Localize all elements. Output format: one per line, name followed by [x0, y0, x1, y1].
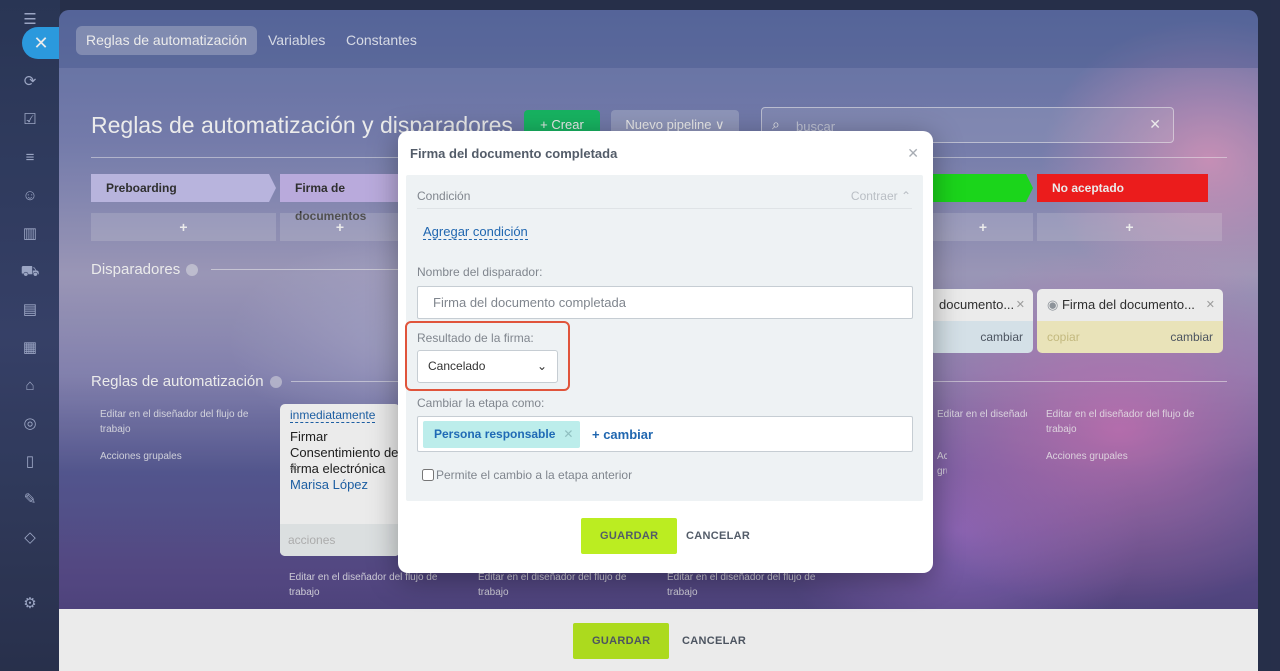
target-icon[interactable]: ◎	[20, 414, 40, 434]
remove-tag-icon[interactable]: ✕	[563, 421, 573, 448]
trigger-name: ◉ Firma del documento... ✕	[1037, 289, 1223, 321]
rules-title-text: Reglas de automatización	[91, 373, 264, 390]
calendar-icon[interactable]: ▦	[20, 338, 40, 358]
add-rule-stage-1[interactable]: +	[91, 213, 276, 241]
dialog-title: Firma del documento completada	[410, 146, 618, 161]
app-rail: ☰ ✕ ⟳ ☑ ≡ ☺ ▥ ⛟ ▤ ▦ ⌂ ◎ ▯ ✎ ◇ ⚙	[0, 0, 60, 671]
tab-automation-rules[interactable]: Reglas de automatización	[76, 26, 258, 55]
trigger-change-link[interactable]: cambiar	[929, 321, 1033, 353]
filter-icon[interactable]: ≡	[20, 148, 40, 168]
tab-variables[interactable]: Variables	[258, 26, 335, 55]
rule-actions[interactable]: acciones	[280, 524, 400, 556]
highlight-frame	[405, 321, 570, 391]
triggers-section-title: Disparadores	[91, 261, 199, 278]
contact-icon[interactable]: ▤	[20, 300, 40, 320]
trigger-name-label: Nombre del disparador:	[417, 265, 543, 279]
rule-assignee[interactable]: Marisa López	[290, 477, 368, 492]
top-tab-bar: Reglas de automatización Variables Const…	[59, 10, 1258, 68]
add-rule-stage-not-accepted[interactable]: +	[1037, 213, 1222, 241]
add-rule-stage-accepted[interactable]: +	[933, 213, 1033, 241]
stage-preboarding[interactable]: Preboarding	[91, 174, 276, 202]
stage-document-signing[interactable]: Firma de documentos	[280, 174, 400, 223]
tasks-icon[interactable]: ☑	[20, 110, 40, 130]
group-actions-link[interactable]: Acciones grupales	[100, 449, 182, 464]
allow-previous-stage-label: Permite el cambio a la etapa anterior	[436, 468, 633, 482]
edit-in-designer-link[interactable]: Editar en el diseñador del flujo de trab…	[289, 570, 459, 600]
close-icon: ✕	[33, 33, 49, 53]
edit-in-designer-link[interactable]: Editar en el diseñador del flujo de trab…	[478, 570, 648, 600]
add-condition-link[interactable]: Agregar condición	[423, 224, 528, 240]
bottom-action-bar: GUARDAR CANCELAR	[59, 609, 1258, 671]
divider	[417, 208, 912, 209]
divider	[211, 269, 401, 270]
collapse-condition-button[interactable]: Contraer ⌃	[851, 189, 911, 203]
condition-label: Condición	[417, 189, 471, 203]
help-icon[interactable]	[269, 376, 282, 389]
settings-icon[interactable]: ⚙	[20, 594, 40, 614]
robot-icon[interactable]: ☺	[20, 186, 40, 206]
building-icon[interactable]: ⌂	[20, 376, 40, 396]
close-icon[interactable]: ✕	[907, 145, 919, 162]
edit-in-designer-link[interactable]: Editar en el diseñador del flujo de trab…	[667, 570, 837, 600]
trigger-name: documento... ✕	[929, 289, 1033, 321]
add-rule-stage-2[interactable]: +	[280, 213, 400, 241]
trigger-card[interactable]: documento... ✕ cambiar	[929, 289, 1033, 353]
rule-card[interactable]: inmediatamente Firmar Consentimiento de …	[280, 404, 400, 556]
allow-previous-stage-row[interactable]: Permite el cambio a la etapa anterior	[422, 468, 632, 482]
refresh-icon[interactable]: ⟳	[20, 72, 40, 92]
trigger-name-text: documento...	[939, 297, 1015, 312]
clear-search-icon[interactable]: ✕	[1149, 116, 1161, 133]
rules-section-title: Reglas de automatización	[91, 373, 282, 390]
dialog-cancel-button[interactable]: CANCELAR	[686, 518, 750, 554]
trigger-name-text: Firma del documento...	[1061, 297, 1195, 312]
save-button[interactable]: GUARDAR	[573, 623, 670, 659]
help-icon[interactable]	[186, 264, 199, 277]
change-stage-label: Cambiar la etapa como:	[417, 396, 545, 410]
rule-name: Firmar Consentimiento de firma electróni…	[290, 429, 399, 476]
close-slider-button[interactable]: ✕	[22, 27, 60, 59]
stage-not-accepted[interactable]: No aceptado	[1037, 174, 1208, 202]
group-actions-link[interactable]: Acciones grupales	[937, 449, 947, 479]
delete-trigger-icon[interactable]: ✕	[1016, 289, 1025, 321]
allow-previous-stage-checkbox[interactable]	[422, 469, 434, 481]
box-icon[interactable]: ◇	[20, 528, 40, 548]
stage-accepted[interactable]	[933, 174, 1033, 202]
trigger-change-link[interactable]: cambiar	[1170, 321, 1213, 353]
trigger-card[interactable]: ◉ Firma del documento... ✕ copiar cambiar	[1037, 289, 1223, 353]
rule-timing[interactable]: inmediatamente	[290, 408, 376, 423]
trigger-settings-dialog: Firma del documento completada ✕ Condici…	[398, 131, 933, 573]
trigger-actions: copiar cambiar	[1037, 321, 1223, 353]
chart-icon[interactable]: ▥	[20, 224, 40, 244]
divider	[933, 381, 1227, 382]
trigger-copy-link[interactable]: copiar	[1047, 330, 1080, 344]
edit-in-designer-link[interactable]: Editar en el diseñador del flujo de trab…	[1046, 407, 1226, 437]
rule-to-label: a:	[290, 462, 298, 472]
dialog-save-button[interactable]: GUARDAR	[581, 518, 678, 554]
tab-constants[interactable]: Constantes	[336, 26, 427, 55]
delete-trigger-icon[interactable]: ✕	[1206, 289, 1215, 321]
edit-in-designer-link[interactable]: Editar en el diseñador del flujo de trab…	[937, 407, 1027, 422]
change-stage-field: Persona responsable ✕ + cambiar	[417, 416, 913, 452]
signature-icon[interactable]: ✎	[20, 490, 40, 510]
cart-icon[interactable]: ⛟	[20, 262, 40, 282]
divider	[291, 381, 401, 382]
edit-in-designer-link[interactable]: Editar en el diseñador del flujo de trab…	[100, 407, 270, 437]
tag-label: Persona responsable	[434, 427, 556, 441]
change-responsible-link[interactable]: + cambiar	[592, 417, 653, 453]
signature-status-icon: ◉	[1047, 297, 1062, 312]
cancel-button[interactable]: CANCELAR	[682, 623, 746, 659]
group-actions-link[interactable]: Acciones grupales	[1046, 449, 1128, 464]
document-icon[interactable]: ▯	[20, 452, 40, 472]
trigger-name-input[interactable]: Firma del documento completada	[417, 286, 913, 319]
triggers-title-text: Disparadores	[91, 261, 181, 278]
responsible-person-tag[interactable]: Persona responsable ✕	[423, 421, 581, 448]
